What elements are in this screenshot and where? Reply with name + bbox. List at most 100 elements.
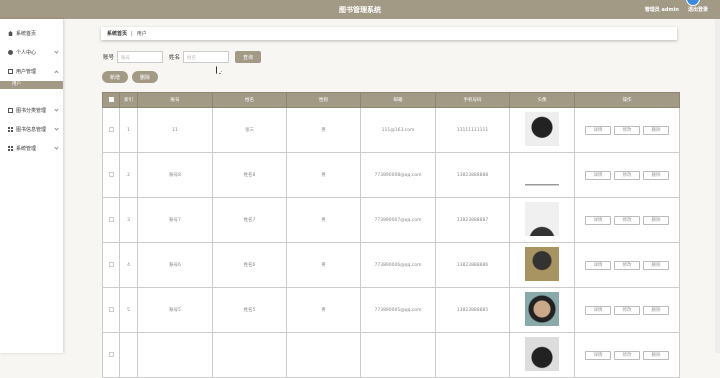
- account-input[interactable]: 账号: [117, 51, 164, 63]
- chevron-down-icon: [54, 107, 59, 112]
- sidebar-item-users[interactable]: 用户管理: [0, 62, 63, 81]
- cell-account: 账号6: [137, 242, 213, 288]
- cell-gender: 男: [286, 197, 361, 243]
- cell-phone: [435, 332, 510, 378]
- mouse-cursor-icon: [216, 66, 222, 74]
- cell-index: 1: [119, 107, 138, 153]
- chevron-up-icon: [54, 70, 59, 75]
- cell-operations: 详情 修改 删除: [574, 197, 680, 243]
- table-row: 3 账号7 姓名7 男 773890007@qq.com 13823888887 详情 修…: [102, 197, 680, 243]
- row-select-cell[interactable]: [102, 152, 120, 198]
- cell-phone: 13823888886: [435, 242, 510, 288]
- delete-button[interactable]: 删除: [643, 125, 669, 135]
- delete-button[interactable]: 删除: [643, 215, 669, 225]
- cell-account: 账号5: [137, 287, 213, 333]
- cell-gender: [286, 332, 361, 378]
- name-input[interactable]: 姓名: [183, 51, 230, 63]
- row-select-cell[interactable]: [102, 197, 120, 243]
- scrollbar[interactable]: [715, 19, 720, 353]
- sidebar-item-label: 个人中心: [16, 50, 37, 56]
- column-header: 性别: [286, 92, 361, 108]
- book-icon: [8, 108, 13, 113]
- cell-operations: 详情 修改 删除: [574, 107, 680, 153]
- edit-button[interactable]: 修改: [614, 125, 640, 135]
- edit-button[interactable]: 修改: [614, 170, 640, 180]
- row-checkbox[interactable]: [108, 306, 114, 312]
- cell-email: 111@163.com: [360, 107, 436, 153]
- cell-phone: 13823888885: [435, 287, 510, 333]
- table-row: 5 账号5 姓名5 男 773890005@qq.com 13823888885 详情 修…: [102, 287, 680, 333]
- cell-index: 4: [119, 242, 138, 288]
- row-select-cell[interactable]: [102, 242, 120, 288]
- sidebar-item-label: 系统管理: [16, 146, 37, 152]
- cell-gender: 男: [286, 242, 361, 288]
- delete-button[interactable]: 删除: [643, 170, 669, 180]
- edit-button[interactable]: 修改: [614, 350, 640, 360]
- select-all-checkbox[interactable]: [108, 96, 114, 102]
- detail-button[interactable]: 详情: [585, 215, 611, 225]
- query-button[interactable]: 查询: [235, 51, 262, 63]
- logout-link[interactable]: 退出登录: [688, 6, 708, 13]
- account-label: 账号: [103, 55, 115, 61]
- avatar-image: [525, 112, 559, 146]
- row-checkbox[interactable]: [108, 216, 114, 222]
- cell-name: 张三: [212, 107, 287, 153]
- sidebar-item-book-category[interactable]: 图书分类管理: [0, 101, 63, 120]
- cell-avatar: [509, 287, 575, 333]
- cell-operations: 详情 修改 删除: [574, 287, 680, 333]
- delete-button[interactable]: 删除: [643, 305, 669, 315]
- chevron-down-icon: [54, 49, 59, 54]
- detail-button[interactable]: 详情: [585, 305, 611, 315]
- edit-button[interactable]: 修改: [614, 305, 640, 315]
- column-header: 手机号码: [435, 92, 510, 108]
- sidebar-item-book-info[interactable]: 图书信息管理: [0, 120, 63, 139]
- sidebar-item-home[interactable]: 系统首页: [0, 24, 63, 43]
- detail-button[interactable]: 详情: [585, 170, 611, 180]
- delete-button[interactable]: 删除: [643, 260, 669, 270]
- cell-account: [137, 332, 213, 378]
- submenu-item-users[interactable]: 用户: [0, 81, 63, 89]
- cell-account: 11: [137, 107, 213, 153]
- detail-button[interactable]: 详情: [585, 350, 611, 360]
- select-all-header[interactable]: [102, 92, 120, 108]
- row-select-cell[interactable]: [102, 332, 120, 378]
- cell-email: 773890008@qq.com: [360, 152, 436, 198]
- row-checkbox[interactable]: [108, 351, 114, 357]
- sidebar-item-label: 系统首页: [16, 31, 37, 37]
- edit-button[interactable]: 修改: [614, 215, 640, 225]
- sidebar-item-profile[interactable]: 个人中心: [0, 43, 63, 62]
- row-select-cell[interactable]: [102, 287, 120, 333]
- chevron-down-icon: [54, 126, 59, 131]
- cell-gender: 男: [286, 152, 361, 198]
- column-header: 头像: [509, 92, 575, 108]
- search-form: 账号 账号 姓名 姓名 查询: [103, 51, 262, 63]
- detail-button[interactable]: 详情: [585, 125, 611, 135]
- edit-button[interactable]: 修改: [614, 260, 640, 270]
- row-checkbox[interactable]: [108, 171, 114, 177]
- cell-email: 773890007@qq.com: [360, 197, 436, 243]
- folder-icon: [8, 69, 13, 74]
- cell-email: [360, 332, 436, 378]
- breadcrumb-separator: |: [131, 30, 133, 37]
- detail-button[interactable]: 详情: [585, 260, 611, 270]
- grid-icon: [8, 127, 13, 132]
- sidebar-item-system[interactable]: 系统管理: [0, 139, 63, 158]
- breadcrumb-current: 用户: [136, 31, 147, 37]
- app-title: 图书管理系统: [339, 6, 381, 14]
- avatar-image: [525, 337, 559, 371]
- cell-index: [119, 332, 138, 378]
- table-row: 4 账号6 姓名6 男 773890006@qq.com 13823888886 详情 修…: [102, 242, 680, 288]
- add-button[interactable]: 新增: [102, 71, 128, 83]
- cell-operations: 详情 修改 删除: [574, 152, 680, 198]
- cell-avatar: [509, 332, 575, 378]
- row-select-cell[interactable]: [102, 107, 120, 153]
- user-icon: [8, 50, 13, 55]
- cell-phone: 13823888887: [435, 197, 510, 243]
- cell-index: 2: [119, 152, 138, 198]
- breadcrumb-home[interactable]: 系统首页: [107, 30, 127, 37]
- current-user: 管理员 admin: [644, 7, 679, 13]
- batch-delete-button[interactable]: 删除: [132, 71, 158, 83]
- row-checkbox[interactable]: [108, 126, 114, 132]
- delete-button[interactable]: 删除: [643, 350, 669, 360]
- row-checkbox[interactable]: [108, 261, 114, 267]
